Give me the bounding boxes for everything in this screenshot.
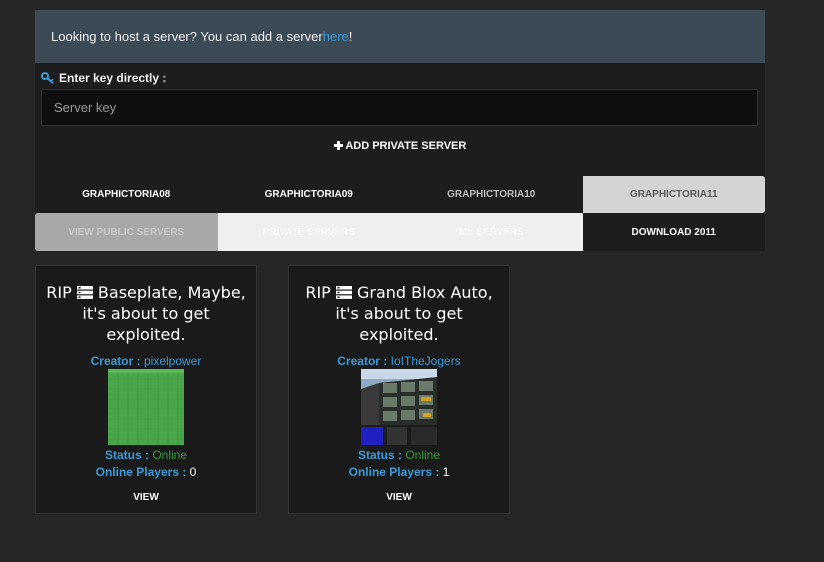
status-label: Status : [357, 448, 402, 462]
tab-graphictoria10[interactable]: GRAPHICTORIA10 [400, 176, 583, 213]
server-title: RIP Baseplate, Maybe, it's about to get … [36, 282, 256, 345]
tab-graphictoria08[interactable]: GRAPHICTORIA08 [35, 176, 218, 213]
view-server-button[interactable]: VIEW [289, 492, 509, 503]
server-creator: Creator : pixelpower [36, 354, 256, 368]
status-value: Online [405, 448, 441, 462]
key-icon [41, 72, 55, 84]
server-thumbnail [108, 369, 184, 445]
creator-label: Creator : [337, 354, 388, 368]
tab-download-2011[interactable]: DOWNLOAD 2011 [582, 213, 765, 251]
server-title-prefix: RIP [46, 283, 72, 302]
players-label: Online Players : [348, 465, 440, 479]
tab-graphictoria11[interactable]: GRAPHICTORIA11 [582, 176, 765, 213]
key-label-text: Enter key directly : [59, 71, 167, 85]
add-private-server-label: ADD PRIVATE SERVER [345, 140, 467, 152]
status-value: Online [152, 448, 188, 462]
server-thumbnail [361, 369, 437, 445]
notice-suffix: ! [348, 29, 353, 44]
add-server-link[interactable]: here [323, 29, 349, 44]
server-key-panel: Enter key directly : ADD PRIVATE SERVER [35, 63, 765, 176]
plus-icon [333, 140, 346, 152]
creator-link[interactable]: pixelpower [144, 354, 201, 368]
server-status: Status : Online [289, 448, 509, 462]
players-count: 1 [442, 465, 450, 479]
server-players: Online Players : 1 [289, 465, 509, 479]
server-title-prefix: RIP [305, 283, 331, 302]
creator-label: Creator : [90, 354, 141, 368]
key-label: Enter key directly : [41, 71, 166, 85]
server-type-tabs: VIEW PUBLIC SERVERS PRIVATE SERVERS MY S… [35, 213, 765, 251]
view-server-button[interactable]: VIEW [36, 492, 256, 503]
server-icon [335, 283, 352, 299]
server-players: Online Players : 0 [36, 465, 256, 479]
server-title: RIP Grand Blox Auto, it's about to get e… [289, 282, 509, 345]
tab-my-servers[interactable]: MY SERVERS [400, 213, 583, 251]
notice-text: Looking to host a server? You can add a … [51, 29, 323, 44]
tab-graphictoria09[interactable]: GRAPHICTORIA09 [217, 176, 400, 213]
tab-view-public-servers[interactable]: VIEW PUBLIC SERVERS [35, 213, 218, 251]
status-label: Status : [104, 448, 149, 462]
version-tabs: GRAPHICTORIA08 GRAPHICTORIA09 GRAPHICTOR… [35, 176, 765, 213]
players-count: 0 [189, 465, 197, 479]
server-title-text: Grand Blox Auto, it's about to get explo… [335, 283, 493, 344]
players-label: Online Players : [95, 465, 187, 479]
host-server-notice: Looking to host a server? You can add a … [35, 10, 765, 63]
server-list: RIP Baseplate, Maybe, it's about to get … [35, 265, 510, 514]
server-creator: Creator : IoITheJogers [289, 354, 509, 368]
server-status: Status : Online [36, 448, 256, 462]
add-private-server-button[interactable]: ADD PRIVATE SERVER [35, 140, 765, 152]
creator-link[interactable]: IoITheJogers [391, 354, 461, 368]
server-title-text: Baseplate, Maybe, it's about to get expl… [82, 283, 246, 344]
server-key-input[interactable] [41, 89, 758, 126]
server-icon [76, 283, 93, 299]
tab-private-servers[interactable]: PRIVATE SERVERS [217, 213, 400, 251]
server-card: RIP Grand Blox Auto, it's about to get e… [288, 265, 510, 514]
server-browser: Looking to host a server? You can add a … [35, 10, 765, 251]
server-card: RIP Baseplate, Maybe, it's about to get … [35, 265, 257, 514]
